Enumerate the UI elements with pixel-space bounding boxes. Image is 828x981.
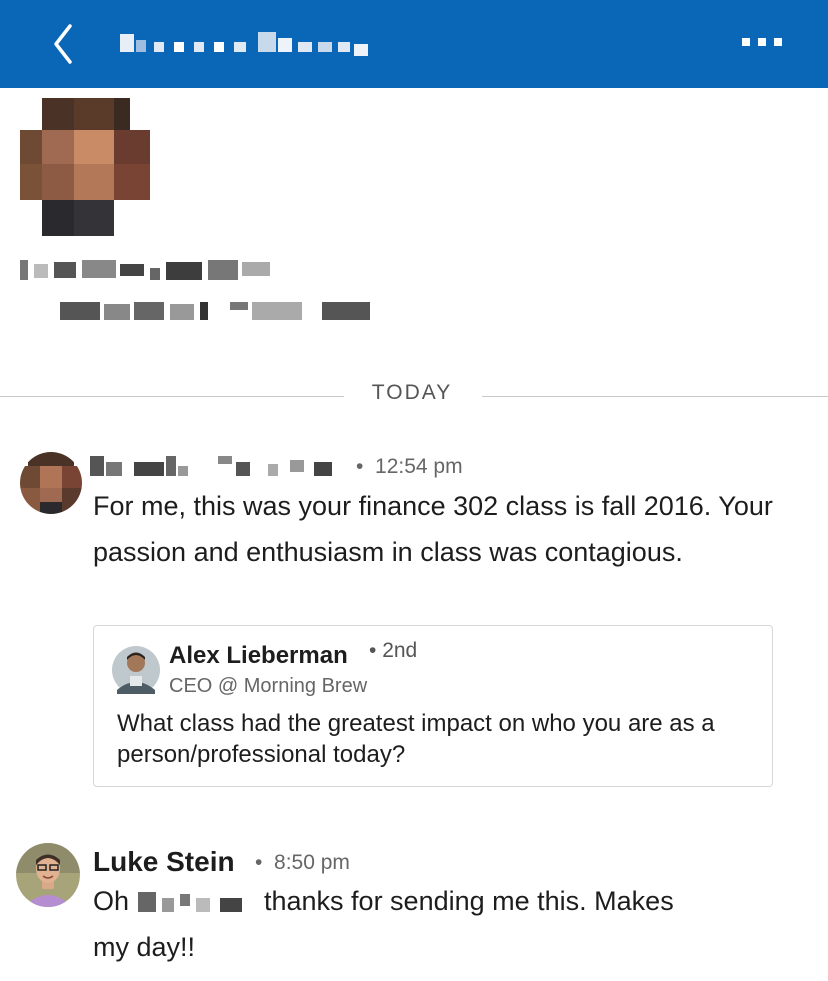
message-body: For me, this was your finance 302 class … bbox=[93, 491, 773, 567]
message-timestamp: • 8:50 pm bbox=[255, 851, 350, 874]
message-body-line1: Oh bbox=[93, 886, 130, 916]
back-button[interactable] bbox=[44, 20, 84, 68]
author-avatar bbox=[112, 646, 160, 694]
more-options-button[interactable] bbox=[736, 28, 792, 60]
blurred-contact-headline bbox=[20, 260, 270, 280]
blurred-contact-name bbox=[120, 32, 368, 56]
message-body-line2: my day!! bbox=[93, 932, 196, 962]
more-horizontal-icon bbox=[742, 38, 782, 46]
connection-degree: • 2nd bbox=[369, 639, 418, 662]
chevron-left-icon bbox=[54, 24, 72, 64]
sender-name[interactable]: Luke Stein bbox=[93, 846, 235, 878]
message-timestamp: • 12:54 pm bbox=[356, 455, 463, 478]
shared-post-card[interactable]: Alex Lieberman • 2nd CEO @ Morning Brew … bbox=[93, 625, 773, 787]
blurred-contact-subtitle bbox=[60, 302, 370, 320]
contact-profile-photo[interactable] bbox=[20, 98, 152, 236]
divider-line-right bbox=[482, 396, 828, 397]
date-divider: TODAY bbox=[371, 381, 453, 404]
message-body-line1-rest: thanks for sending me this. Makes bbox=[264, 886, 674, 916]
shared-post-headline: CEO @ Morning Brew bbox=[169, 675, 368, 697]
conversation-header bbox=[0, 0, 828, 88]
shared-post-text: What class had the greatest impact on wh… bbox=[117, 710, 715, 768]
blurred-recipient-name bbox=[138, 892, 242, 912]
divider-line-left bbox=[0, 396, 344, 397]
sender-avatar[interactable] bbox=[20, 452, 82, 514]
shared-post-author[interactable]: Alex Lieberman bbox=[169, 642, 348, 670]
blurred-sender-name bbox=[90, 456, 332, 476]
sender-avatar[interactable] bbox=[16, 843, 80, 907]
